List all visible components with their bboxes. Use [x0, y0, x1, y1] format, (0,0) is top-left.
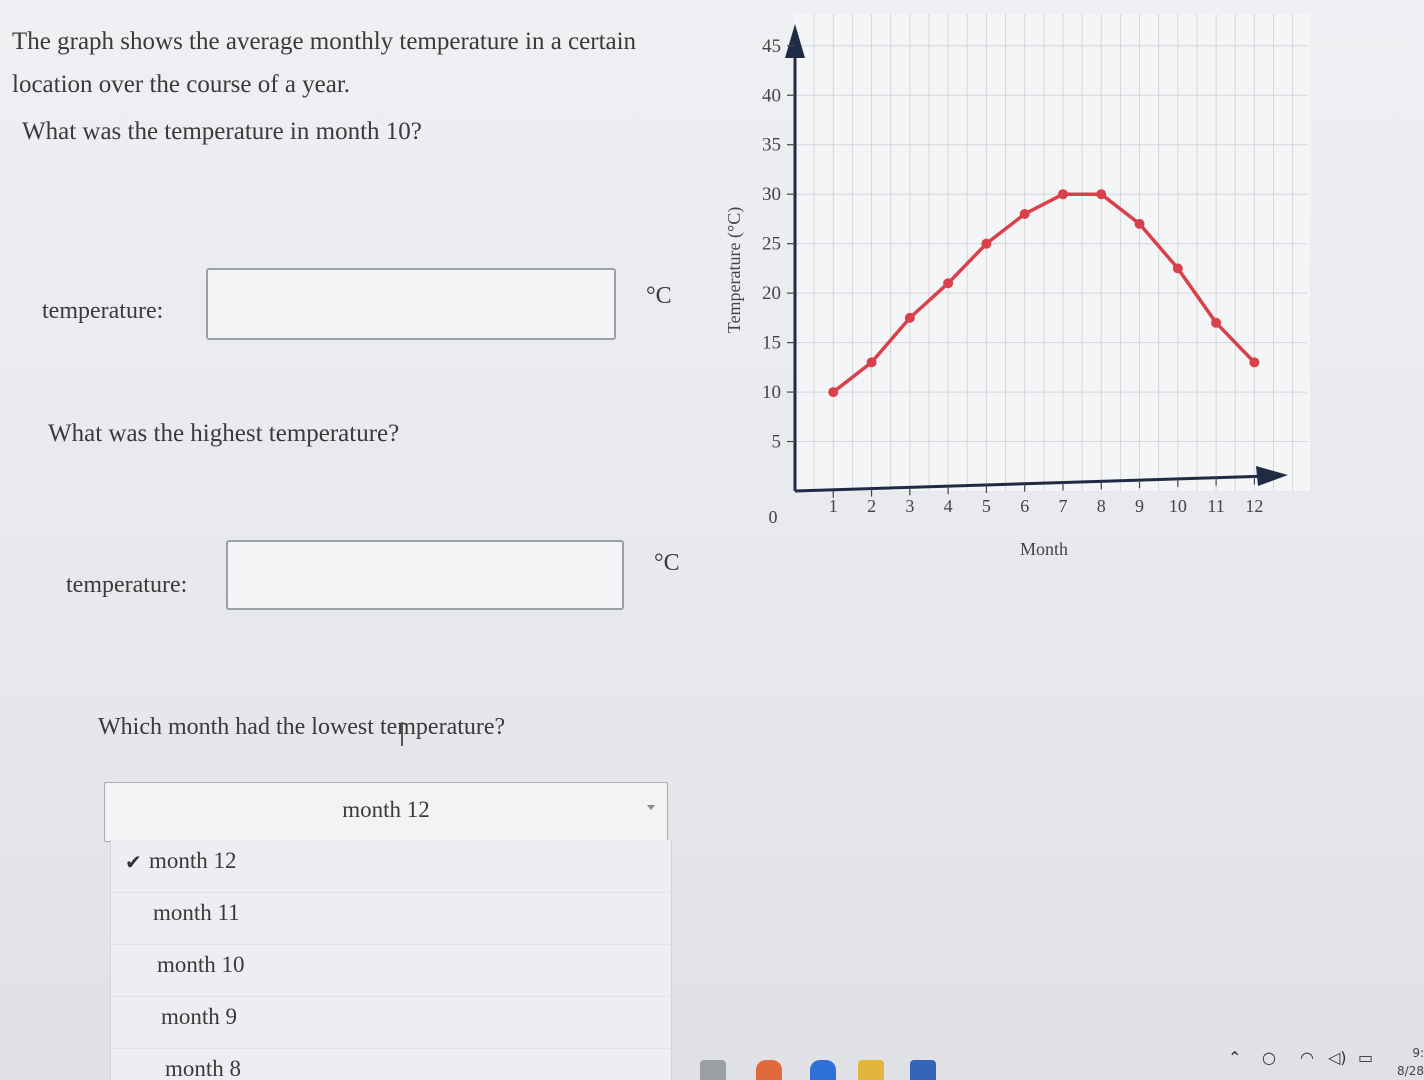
x-tick-label: 5 — [982, 496, 991, 516]
text-cursor-icon — [401, 722, 403, 746]
x-tick-label: 9 — [1135, 496, 1144, 516]
select-option[interactable]: month 11 — [111, 892, 671, 945]
temperature-chart: 51015202530354045 1 2 3 4 5 6 7 8 9 10 11 12 Temper… — [724, 14, 1310, 559]
y-tick-label: 10 — [762, 382, 781, 403]
y-tick-label: 20 — [762, 283, 781, 304]
chevron-up-icon[interactable]: ⌃ — [1228, 1048, 1241, 1067]
data-point — [1019, 208, 1030, 219]
option-label: month 12 — [149, 848, 237, 873]
y-tick-label: 25 — [762, 234, 781, 255]
clock[interactable]: 9: 8/28 — [1397, 1044, 1424, 1080]
chevron-down-icon[interactable] — [647, 805, 655, 810]
select-option[interactable]: ✔ month 12 — [111, 840, 671, 893]
taskbar-app-icon[interactable] — [700, 1060, 726, 1080]
origin-label: 0 — [769, 507, 778, 527]
intro-line-2: location over the course of a year. — [12, 71, 351, 98]
question-1-input[interactable] — [206, 268, 616, 340]
cloud-icon[interactable]: ○ — [1262, 1048, 1276, 1067]
question-1-text: What was the temperature in month 10? — [22, 118, 422, 145]
y-tick-label: 45 — [762, 36, 781, 57]
select-option[interactable]: month 8 — [111, 1048, 671, 1080]
taskbar-app-icon[interactable] — [910, 1060, 936, 1080]
question-2-input[interactable] — [226, 540, 624, 610]
plot-background — [795, 14, 1310, 491]
option-label: month 8 — [165, 1056, 242, 1080]
option-label: month 10 — [157, 952, 245, 977]
x-tick-label: 10 — [1169, 496, 1187, 516]
chart-grid — [795, 14, 1310, 491]
data-point — [1249, 357, 1260, 368]
x-tick-label: 4 — [944, 496, 953, 516]
problem-intro: The graph shows the average monthly temp… — [12, 20, 692, 106]
x-tick-label: 11 — [1207, 496, 1224, 516]
x-tick-label: 8 — [1097, 496, 1106, 516]
question-1-label: temperature: — [42, 298, 164, 324]
y-tick-label: 5 — [772, 432, 782, 453]
volume-icon[interactable]: ◁) — [1328, 1048, 1347, 1067]
y-tick-label: 15 — [762, 333, 781, 354]
lowest-month-select[interactable]: month 12 — [104, 782, 668, 842]
x-tick-label: 12 — [1245, 496, 1263, 516]
taskbar-app-icon[interactable] — [756, 1060, 782, 1080]
question-page: The graph shows the average monthly temp… — [0, 0, 1424, 1080]
select-dropdown-menu: ✔ month 12 month 11 month 10 month 9 mon… — [110, 840, 672, 1080]
y-tick-label: 40 — [762, 85, 781, 106]
select-option[interactable]: month 10 — [111, 944, 671, 997]
question-1-unit: °C — [646, 283, 672, 309]
y-tick-label: 35 — [762, 135, 781, 156]
question-2-text: What was the highest temperature? — [48, 420, 400, 447]
y-tick-label: 30 — [762, 184, 781, 205]
taskbar-app-icon[interactable] — [858, 1060, 884, 1080]
taskbar-apps — [690, 1060, 970, 1080]
data-point — [1096, 189, 1107, 200]
x-axis-label: Month — [1020, 539, 1068, 559]
clock-time: 9: — [1412, 1046, 1424, 1060]
option-label: month 9 — [161, 1004, 238, 1029]
question-2-label: temperature: — [66, 572, 188, 598]
x-tick-label: 7 — [1058, 496, 1067, 516]
x-tick-label: 2 — [867, 496, 876, 516]
data-point — [904, 312, 915, 323]
x-tick-label: 1 — [829, 496, 838, 516]
select-value: month 12 — [342, 797, 430, 822]
x-tick-label: 3 — [905, 496, 914, 516]
taskbar-app-icon[interactable] — [810, 1060, 836, 1080]
battery-icon[interactable]: ▭ — [1358, 1048, 1373, 1067]
select-option[interactable]: month 9 — [111, 996, 671, 1049]
y-ticks: 5 10 15 20 25 30 35 40 45 — [762, 36, 795, 453]
question-3-text: Which month had the lowest temperature? — [98, 714, 506, 740]
y-axis-label: Temperature (°C) — [724, 207, 745, 333]
data-point — [828, 387, 839, 398]
data-point — [1211, 317, 1222, 328]
wifi-icon[interactable]: ◠ — [1300, 1048, 1314, 1067]
x-tick-label: 6 — [1020, 496, 1029, 516]
data-point — [1134, 218, 1145, 229]
intro-line-1: The graph shows the average monthly temp… — [12, 28, 637, 55]
option-label: month 11 — [153, 900, 240, 925]
data-point — [981, 238, 992, 249]
system-tray: ⌃ ○ ◠ ◁) ▭ 9: 8/28 — [1220, 1044, 1424, 1080]
data-point — [943, 278, 954, 289]
clock-date: 8/28 — [1397, 1064, 1424, 1078]
data-point — [1172, 263, 1183, 274]
data-point — [1057, 189, 1068, 200]
checkmark-icon: ✔ — [125, 850, 142, 874]
data-point — [866, 357, 877, 368]
question-2-unit: °C — [654, 550, 680, 576]
